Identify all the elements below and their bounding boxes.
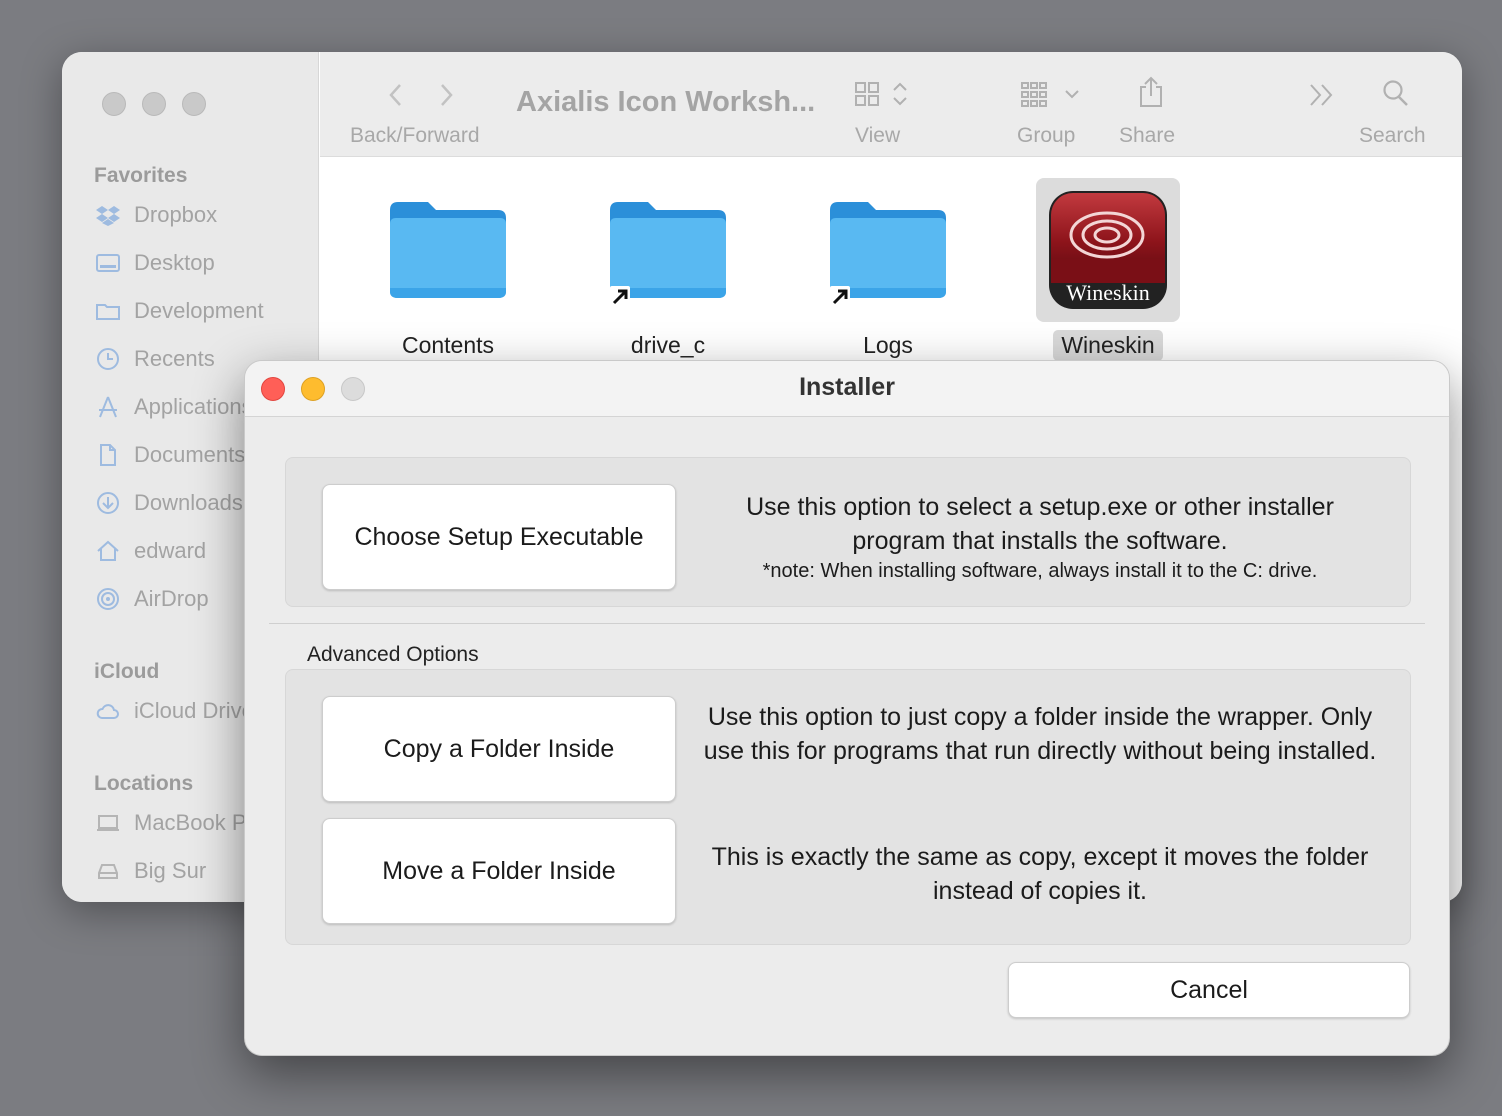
dialog-titlebar: Installer	[245, 361, 1449, 417]
sidebar-item-label: Desktop	[134, 250, 215, 275]
move-description: This is exactly the same as copy, except…	[711, 843, 1369, 905]
alias-arrow-icon	[610, 286, 630, 306]
setup-description-text: Use this option to select a setup.exe or…	[746, 493, 1334, 555]
sidebar-item-label: Dropbox	[134, 202, 218, 227]
file-item-drive-c[interactable]: drive_c	[588, 178, 748, 361]
file-item-label: drive_c	[630, 332, 706, 358]
view-label: View	[855, 124, 901, 147]
back-chevron-icon[interactable]	[386, 82, 406, 108]
sidebar-item-label: AirDrop	[134, 586, 209, 611]
finder-window-title: Axialis Icon Worksh...	[516, 86, 816, 118]
alias-arrow-icon	[830, 286, 850, 306]
search-label: Search	[1359, 124, 1426, 147]
folder-alias-icon	[816, 178, 960, 322]
airdrop-icon	[94, 587, 122, 611]
share-icon[interactable]	[1138, 76, 1164, 108]
sidebar-item-label: Downloads	[134, 490, 243, 515]
file-item-contents[interactable]: Contents	[368, 178, 528, 361]
copy-folder-inside-button[interactable]: Copy a Folder Inside	[322, 696, 676, 802]
setup-note: *note: When installing software, always …	[762, 560, 1318, 582]
finder-window-controls	[102, 92, 206, 116]
sidebar-section-favorites: Favorites	[94, 164, 188, 187]
setup-description: Use this option to select a setup.exe or…	[700, 490, 1380, 584]
finder-close-button[interactable]	[102, 92, 126, 116]
file-item-label: Logs	[863, 332, 913, 358]
sidebar-section-locations: Locations	[94, 772, 194, 795]
home-icon	[94, 539, 122, 563]
finder-minimize-button[interactable]	[142, 92, 166, 116]
group-label: Group	[1017, 124, 1076, 147]
wineskin-icon-text: Wineskin	[1066, 280, 1150, 305]
disk-icon	[94, 859, 122, 883]
search-icon[interactable]	[1382, 78, 1410, 108]
sidebar-item-label: iCloud Drive	[134, 698, 254, 723]
document-icon	[94, 443, 122, 467]
laptop-icon	[94, 811, 122, 835]
cancel-button[interactable]: Cancel	[1008, 962, 1410, 1018]
desktop-icon	[94, 251, 122, 275]
dropbox-icon	[94, 203, 122, 227]
advanced-panel: Copy a Folder Inside Use this option to …	[285, 669, 1411, 945]
choose-setup-executable-button[interactable]: Choose Setup Executable	[322, 484, 676, 590]
move-folder-inside-button[interactable]: Move a Folder Inside	[322, 818, 676, 924]
copy-description: Use this option to just copy a folder in…	[703, 703, 1377, 765]
dialog-title: Installer	[799, 373, 895, 401]
sidebar-item-dropbox[interactable]: Dropbox	[94, 202, 319, 228]
sidebar-item-label: Documents	[134, 442, 246, 467]
sidebar-section-icloud: iCloud	[94, 660, 160, 683]
divider	[269, 623, 1425, 624]
more-chevron-icon[interactable]	[1308, 82, 1336, 108]
applications-icon	[94, 395, 122, 419]
sidebar-item-label: Applications	[134, 394, 253, 419]
finder-toolbar: Back/Forward Axialis Icon Worksh... View…	[320, 52, 1462, 157]
setup-panel: Choose Setup Executable Use this option …	[285, 457, 1411, 607]
clock-icon	[94, 347, 122, 371]
finder-zoom-button[interactable]	[182, 92, 206, 116]
folder-icon	[376, 178, 520, 322]
sidebar-item-development[interactable]: Development	[94, 298, 319, 324]
sidebar-item-label: Development	[134, 298, 264, 323]
back-forward-label: Back/Forward	[350, 124, 480, 147]
download-icon	[94, 491, 122, 515]
file-item-label: Wineskin	[1053, 330, 1163, 361]
sidebar-item-desktop[interactable]: Desktop	[94, 250, 319, 276]
forward-chevron-icon[interactable]	[436, 82, 456, 108]
share-label: Share	[1119, 124, 1176, 147]
wineskin-app-icon: Wineskin	[1036, 178, 1180, 322]
cloud-icon	[94, 699, 122, 723]
advanced-options-label: Advanced Options	[307, 643, 479, 666]
sidebar-item-label: Recents	[134, 346, 215, 371]
file-item-wineskin[interactable]: Wineskin Wineskin	[1028, 178, 1188, 361]
folder-alias-icon	[596, 178, 740, 322]
installer-dialog: Installer Choose Setup Executable Use th…	[244, 360, 1450, 1056]
sidebar-item-label: Big Sur	[134, 858, 207, 883]
file-item-logs[interactable]: Logs	[808, 178, 968, 361]
sidebar-item-label: edward	[134, 538, 207, 563]
view-grid-icon[interactable]	[854, 80, 912, 108]
folder-icon	[94, 299, 122, 323]
file-item-label: Contents	[401, 332, 495, 358]
group-icon[interactable]	[1020, 80, 1082, 108]
